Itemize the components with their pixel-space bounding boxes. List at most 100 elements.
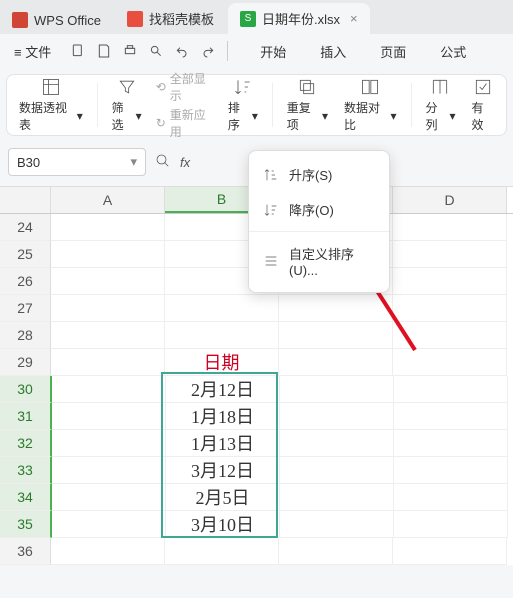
- close-icon[interactable]: ×: [350, 11, 358, 26]
- tab-file[interactable]: S 日期年份.xlsx ×: [228, 3, 370, 34]
- print-icon[interactable]: [121, 42, 139, 60]
- row-header-28[interactable]: 28: [0, 322, 51, 349]
- sort-menu: 升序(S) 降序(O) 自定义排序(U)...: [248, 150, 390, 293]
- cell-C32[interactable]: [280, 430, 394, 457]
- cell-C31[interactable]: [280, 403, 394, 430]
- cell-D36[interactable]: [393, 538, 507, 565]
- tab-wps[interactable]: WPS Office: [0, 6, 113, 34]
- split-icon: [430, 77, 450, 97]
- valid-button[interactable]: 有效: [464, 73, 503, 137]
- cell-A32[interactable]: [52, 430, 166, 457]
- reapply-icon: ↻: [156, 116, 166, 130]
- cell-A30[interactable]: [52, 376, 166, 403]
- cell-A34[interactable]: [52, 484, 166, 511]
- valid-icon: [473, 77, 493, 97]
- row-header-25[interactable]: 25: [0, 241, 51, 268]
- row-header-32[interactable]: 32: [0, 430, 52, 457]
- row-header-30[interactable]: 30: [0, 376, 52, 403]
- tab-insert[interactable]: 插入: [312, 38, 354, 65]
- split-button[interactable]: 分列 ▾: [417, 73, 463, 137]
- cell-B34[interactable]: 2月5日: [166, 484, 280, 511]
- dup-button[interactable]: 重复项 ▾: [279, 73, 336, 137]
- file-menu[interactable]: ≡ 文件: [6, 38, 59, 65]
- xls-icon: S: [240, 11, 256, 27]
- cell-B33[interactable]: 3月12日: [166, 457, 280, 484]
- name-box[interactable]: B30 ▾: [8, 148, 146, 176]
- wps-icon: [12, 12, 28, 28]
- cell-A26[interactable]: [51, 268, 165, 295]
- cell-C36[interactable]: [279, 538, 393, 565]
- row-header-36[interactable]: 36: [0, 538, 51, 565]
- filter-extra[interactable]: ⟲全部显示 ↻重新应用: [150, 64, 220, 146]
- menubar: ≡ 文件 开始 插入 页面 公式: [0, 34, 513, 68]
- cell-B35[interactable]: 3月10日: [166, 511, 280, 538]
- row-header-35[interactable]: 35: [0, 511, 52, 538]
- showall-icon: ⟲: [156, 80, 166, 94]
- cell-A27[interactable]: [51, 295, 165, 322]
- undo-icon[interactable]: [173, 42, 191, 60]
- cell-D32[interactable]: [394, 430, 508, 457]
- filter-button[interactable]: 筛选 ▾: [104, 73, 150, 137]
- cell-B32[interactable]: 1月13日: [166, 430, 280, 457]
- row-header-24[interactable]: 24: [0, 214, 51, 241]
- cell-D35[interactable]: [394, 511, 508, 538]
- tab-wps-label: WPS Office: [34, 13, 101, 28]
- cell-A24[interactable]: [51, 214, 165, 241]
- new-icon[interactable]: [69, 42, 87, 60]
- cell-B28[interactable]: [165, 322, 279, 349]
- tab-start[interactable]: 开始: [252, 38, 294, 65]
- tab-page[interactable]: 页面: [372, 38, 414, 65]
- save-icon[interactable]: [95, 42, 113, 60]
- cell-A36[interactable]: [51, 538, 165, 565]
- col-header-A[interactable]: A: [51, 187, 165, 213]
- row-header-26[interactable]: 26: [0, 268, 51, 295]
- compare-button[interactable]: 数据对比 ▾: [336, 73, 405, 137]
- cell-C34[interactable]: [280, 484, 394, 511]
- row-header-29[interactable]: 29: [0, 349, 51, 376]
- cell-B36[interactable]: [165, 538, 279, 565]
- cell-D34[interactable]: [394, 484, 508, 511]
- redo-icon[interactable]: [199, 42, 217, 60]
- ds-icon: [127, 11, 143, 27]
- sort-icon: [233, 77, 253, 97]
- chevron-down-icon[interactable]: ▾: [130, 154, 137, 170]
- col-header-D[interactable]: D: [393, 187, 507, 213]
- row-header-33[interactable]: 33: [0, 457, 52, 484]
- cell-A28[interactable]: [51, 322, 165, 349]
- pivot-button[interactable]: 数据透视表 ▾: [11, 73, 91, 137]
- tab-file-label: 日期年份.xlsx: [262, 9, 340, 28]
- row-header-27[interactable]: 27: [0, 295, 51, 322]
- sort-custom[interactable]: 自定义排序(U)...: [249, 236, 389, 286]
- cell-A29[interactable]: [51, 349, 165, 376]
- separator: [227, 41, 228, 61]
- row-header-34[interactable]: 34: [0, 484, 52, 511]
- tab-dspad[interactable]: 找稻壳模板: [115, 3, 226, 34]
- preview-icon[interactable]: [147, 42, 165, 60]
- fx-label[interactable]: fx: [180, 155, 190, 170]
- sort-desc[interactable]: 降序(O): [249, 192, 389, 227]
- cell-B31[interactable]: 1月18日: [166, 403, 280, 430]
- cell-A31[interactable]: [52, 403, 166, 430]
- cell-C33[interactable]: [280, 457, 394, 484]
- tab-formula[interactable]: 公式: [432, 38, 474, 65]
- fx-icon[interactable]: [154, 152, 172, 173]
- cell-D31[interactable]: [394, 403, 508, 430]
- app-tabs: WPS Office 找稻壳模板 S 日期年份.xlsx ×: [0, 0, 513, 34]
- cell-C35[interactable]: [280, 511, 394, 538]
- cell-D33[interactable]: [394, 457, 508, 484]
- asc-icon: [263, 167, 279, 183]
- cell-A25[interactable]: [51, 241, 165, 268]
- cell-A33[interactable]: [52, 457, 166, 484]
- cell-B29[interactable]: 日期: [165, 349, 279, 376]
- cell-C30[interactable]: [280, 376, 394, 403]
- dup-icon: [297, 77, 317, 97]
- custom-sort-icon: [263, 253, 279, 269]
- cell-ref: B30: [17, 155, 40, 170]
- sort-button[interactable]: 排序 ▾: [220, 73, 266, 137]
- row-header-31[interactable]: 31: [0, 403, 52, 430]
- cell-B27[interactable]: [165, 295, 279, 322]
- cell-A35[interactable]: [52, 511, 166, 538]
- cell-B30[interactable]: 2月12日: [166, 376, 280, 403]
- cell-D30[interactable]: [394, 376, 508, 403]
- sort-asc[interactable]: 升序(S): [249, 157, 389, 192]
